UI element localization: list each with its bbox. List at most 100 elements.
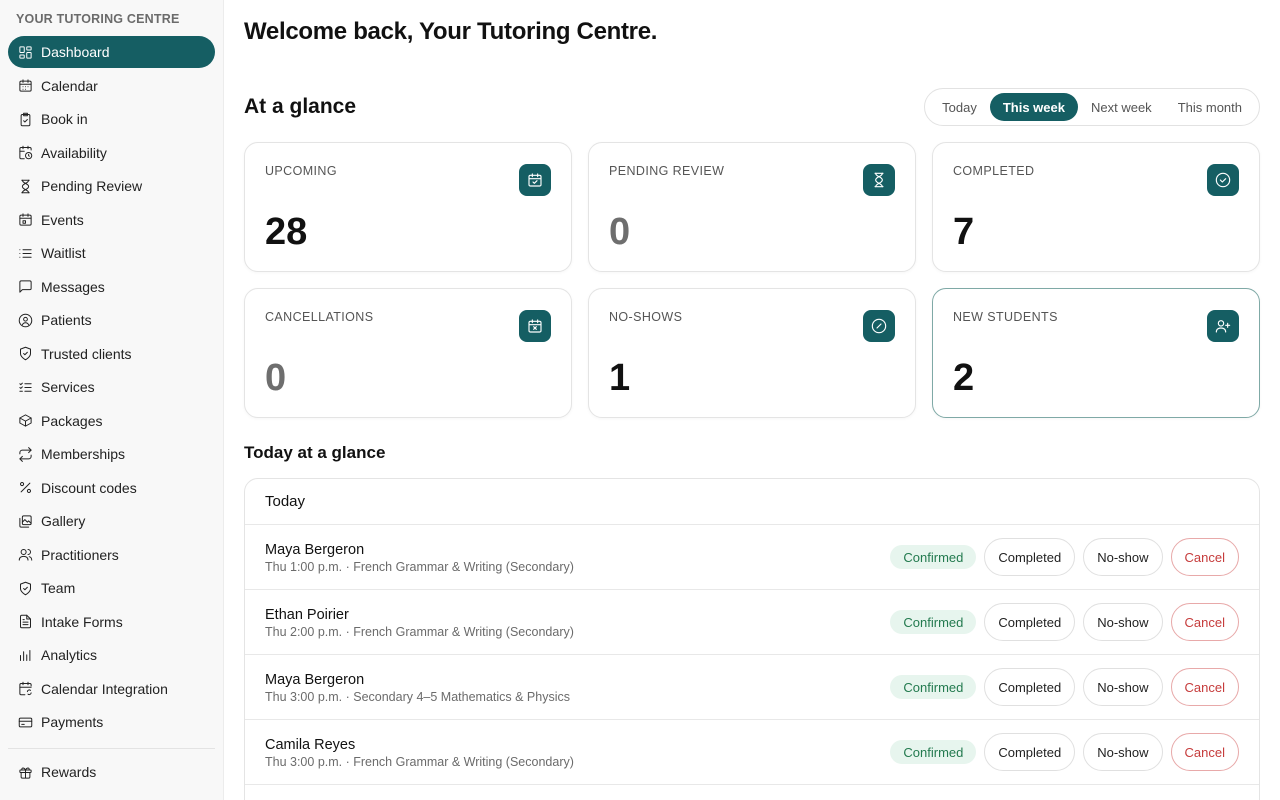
document-icon — [17, 614, 33, 630]
sidebar-item-services[interactable]: Services — [8, 371, 215, 403]
credit-card-icon — [17, 714, 33, 730]
stat-card-cancellations[interactable]: CANCELLATIONS 0 — [244, 288, 572, 418]
gift-icon — [17, 764, 33, 780]
cancel-appointment-button[interactable]: Cancel — [1170, 538, 1239, 576]
at-a-glance-title: At a glance — [244, 95, 357, 118]
sidebar-item-analytics[interactable]: Analytics — [8, 639, 215, 671]
appointment-row: Maya Bergeron Thu 3:00 p.m. · Secondary 4… — [245, 655, 1259, 720]
calendar-event-icon — [17, 212, 33, 228]
cancel-appointment-button[interactable]: Cancel — [1170, 603, 1239, 641]
stat-card-value: 28 — [265, 211, 308, 253]
sidebar-item-label: Patients — [41, 312, 92, 328]
mark-completed-button[interactable]: Completed — [984, 603, 1076, 641]
stat-card-upcoming[interactable]: UPCOMING 28 — [244, 142, 572, 272]
appointment-name: Camila Reyes — [265, 737, 356, 753]
sidebar-item-label: Calendar Integration — [41, 680, 168, 697]
appointment-name: Maya Bergeron — [265, 542, 365, 558]
mark-no-show-button[interactable]: No-show — [1083, 538, 1163, 576]
appointment-name: Ethan Poirier — [265, 607, 349, 623]
sidebar-item-discount-codes[interactable]: Discount codes — [8, 472, 215, 504]
sidebar-item-gallery[interactable]: Gallery — [8, 505, 215, 537]
appointment-name: Maya Bergeron — [265, 672, 365, 688]
sidebar-item-memberships[interactable]: Memberships — [8, 438, 215, 470]
stat-card-label: UPCOMING — [265, 164, 337, 178]
sidebar-item-label: Intake Forms — [41, 613, 123, 630]
sidebar-item-availability[interactable]: Availability — [8, 137, 215, 169]
mark-no-show-button[interactable]: No-show — [1083, 733, 1163, 771]
tab-this-month[interactable]: This month — [1165, 93, 1255, 121]
sidebar-item-waitlist[interactable]: Waitlist — [8, 237, 215, 269]
stat-card-value: 1 — [609, 357, 631, 399]
sidebar-item-label: Services — [41, 379, 95, 395]
status-badge: Confirmed — [890, 545, 977, 569]
sidebar-item-patients[interactable]: Patients — [8, 304, 215, 336]
sidebar-item-label: Availability — [41, 144, 107, 161]
sidebar-item-label: Packages — [41, 412, 103, 429]
bar-chart-icon — [17, 647, 33, 663]
hourglass-icon — [17, 178, 33, 194]
appointment-row: Camila Reyes Thu 3:00 p.m. · French Gramm… — [245, 720, 1259, 785]
sidebar-item-team[interactable]: Team — [8, 572, 215, 604]
sidebar-item-calendar[interactable]: Calendar — [8, 70, 215, 102]
sidebar-item-packages[interactable]: Packages — [8, 405, 215, 437]
appointment-actions: Confirmed Completed No-show Cancel — [890, 603, 1239, 641]
repeat-icon — [17, 446, 33, 462]
sidebar-item-practitioners[interactable]: Practitioners — [8, 539, 215, 571]
sidebar-item-label: Team — [41, 580, 76, 596]
today-panel: Today Maya Bergeron Thu 1:00 p.m. · Frenc… — [244, 478, 1260, 800]
slash-circle-icon — [863, 310, 895, 342]
sidebar-item-trusted-clients[interactable]: Trusted clients — [8, 338, 215, 370]
mark-no-show-button[interactable]: No-show — [1083, 603, 1163, 641]
sidebar-item-book-in[interactable]: Book in — [8, 103, 215, 135]
sidebar-item-label: Gallery — [41, 513, 86, 529]
mark-completed-button[interactable]: Completed — [984, 538, 1076, 576]
sidebar-item-dashboard[interactable]: Dashboard — [8, 36, 215, 68]
shield-check-icon — [17, 346, 33, 362]
check-circle-icon — [1207, 164, 1239, 196]
mark-completed-button[interactable]: Completed — [984, 668, 1076, 706]
stat-card-label: NO-SHOWS — [609, 310, 683, 324]
stat-card-value: 0 — [609, 211, 631, 253]
sidebar-item-payments[interactable]: Payments — [8, 706, 215, 738]
shield-icon — [17, 580, 33, 596]
mark-completed-button[interactable]: Completed — [984, 733, 1076, 771]
sidebar-item-pending-review[interactable]: Pending Review — [8, 170, 215, 202]
appointment-actions: Confirmed Completed No-show Cancel — [890, 668, 1239, 706]
status-badge: Confirmed — [890, 610, 977, 634]
stat-card-value: 0 — [265, 357, 287, 399]
stat-card-completed[interactable]: COMPLETED 7 — [932, 142, 1260, 272]
sidebar-item-messages[interactable]: Messages — [8, 271, 215, 303]
stat-card-new-students[interactable]: NEW STUDENTS 2 — [932, 288, 1260, 418]
sidebar-item-rewards[interactable]: Rewards — [8, 756, 215, 788]
appointment-actions: Confirmed Completed No-show Cancel — [890, 538, 1239, 576]
page-title: Welcome back, Your Tutoring Centre. — [244, 18, 658, 45]
appointment-detail: Thu 3:00 p.m. · Secondary 4–5 Mathematic… — [265, 690, 570, 704]
cancel-appointment-button[interactable]: Cancel — [1170, 668, 1239, 706]
sidebar: YOUR TUTORING CENTRE Dashboard Calendar Bo… — [0, 0, 224, 800]
sidebar-item-label: Pending Review — [41, 178, 143, 194]
user-plus-icon — [1207, 310, 1239, 342]
mark-no-show-button[interactable]: No-show — [1083, 668, 1163, 706]
sidebar-item-label: Practitioners — [41, 546, 119, 563]
sidebar-item-calendar-integration[interactable]: Calendar Integration — [8, 673, 215, 705]
org-name: YOUR TUTORING CENTRE — [16, 12, 180, 26]
calendar-icon — [17, 78, 33, 94]
tab-next-week[interactable]: Next week — [1078, 93, 1165, 121]
sidebar-item-events[interactable]: Events — [8, 204, 215, 236]
tab-today[interactable]: Today — [929, 93, 990, 121]
stat-card-label: NEW STUDENTS — [953, 310, 1058, 324]
sidebar-nav-bottom: Rewards — [8, 756, 215, 790]
sidebar-item-label: Rewards — [41, 764, 97, 780]
appointment-detail: Thu 3:00 p.m. · French Grammar & Writing… — [265, 755, 574, 769]
sidebar-item-intake-forms[interactable]: Intake Forms — [8, 606, 215, 638]
calendar-check-icon — [519, 164, 551, 196]
appointment-detail: Thu 1:00 p.m. · French Grammar & Writing… — [265, 560, 574, 574]
cancel-appointment-button[interactable]: Cancel — [1170, 733, 1239, 771]
list-icon — [17, 245, 33, 261]
sidebar-item-label: Dashboard — [41, 44, 110, 60]
stat-card-pending-review[interactable]: PENDING REVIEW 0 — [588, 142, 916, 272]
stat-card-label: CANCELLATIONS — [265, 310, 374, 324]
stat-card-no-shows[interactable]: NO-SHOWS 1 — [588, 288, 916, 418]
date-range-tabs: Today This week Next week This month — [924, 88, 1260, 126]
tab-this-week[interactable]: This week — [989, 93, 1078, 121]
